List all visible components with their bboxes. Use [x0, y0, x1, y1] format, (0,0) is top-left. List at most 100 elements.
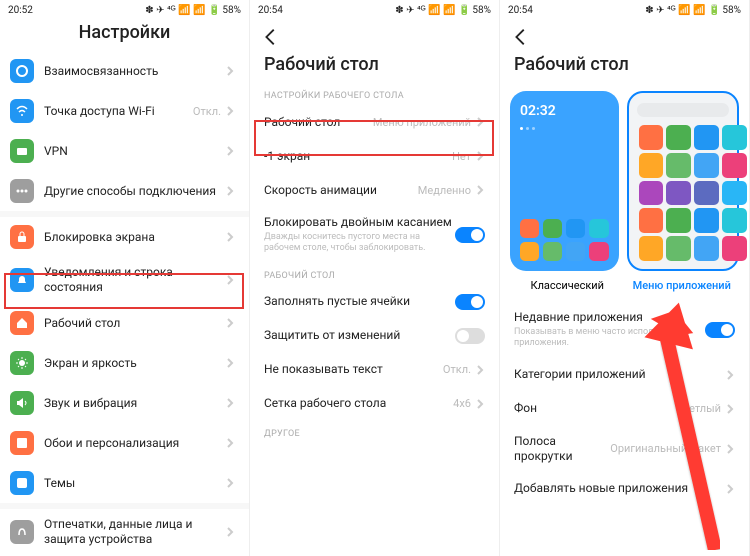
- row-sub: Дважды коснитесь пустого места на рабоче…: [264, 232, 455, 255]
- toggle[interactable]: [455, 328, 485, 344]
- status-time: 20:54: [508, 5, 533, 16]
- status-bar: 20:54 ✽ ✈ ⁴ᴳ 📶 📶 🔋58%: [250, 0, 499, 20]
- settings-row[interactable]: Взаимосвязанность: [0, 51, 249, 91]
- app-icon: [666, 181, 691, 206]
- settings-row[interactable]: Уведомления и строка состояния: [0, 257, 249, 303]
- chevron-right-icon: [225, 478, 235, 488]
- theme-icon: [10, 471, 34, 495]
- app-icon: [639, 236, 664, 261]
- settings-row[interactable]: Защитить от изменений: [250, 319, 499, 353]
- preview-menu[interactable]: [627, 91, 740, 271]
- app-icon: [639, 125, 664, 150]
- app-icon: [722, 125, 747, 150]
- settings-row[interactable]: Категории приложений: [500, 358, 749, 392]
- status-icons: ✽ ✈ ⁴ᴳ 📶 📶 🔋58%: [395, 5, 491, 16]
- app-icon: [694, 153, 719, 178]
- settings-row[interactable]: Заполнять пустые ячейки: [250, 285, 499, 319]
- app-icon: [694, 208, 719, 233]
- search-bar-icon: [637, 103, 730, 117]
- row-value: Откл.: [193, 105, 221, 118]
- page-title: Настройки: [0, 20, 249, 51]
- chevron-right-icon: [475, 365, 485, 375]
- settings-row[interactable]: Рабочий столМеню приложений: [250, 105, 499, 139]
- app-icon: [589, 219, 608, 238]
- app-grid: [516, 215, 613, 265]
- app-icon: [694, 125, 719, 150]
- chevron-right-icon: [475, 399, 485, 409]
- settings-row[interactable]: -1 экранНет: [250, 139, 499, 173]
- app-icon: [722, 181, 747, 206]
- chevron-right-icon: [225, 106, 235, 116]
- row-label: VPN: [44, 144, 225, 159]
- desktop-settings-panel: 20:54 ✽ ✈ ⁴ᴳ 📶 📶 🔋58% Рабочий стол НАСТР…: [250, 0, 500, 556]
- section-label: ДРУГОЕ: [250, 421, 499, 443]
- chevron-right-icon: [225, 232, 235, 242]
- settings-row[interactable]: Другие способы подключения: [0, 171, 249, 211]
- section-label: РАБОЧИЙ СТОЛ: [250, 263, 499, 285]
- label-menu: Меню приложений: [625, 279, 740, 292]
- app-icon: [694, 236, 719, 261]
- chevron-right-icon: [225, 318, 235, 328]
- settings-row[interactable]: Блокировка экрана: [0, 217, 249, 257]
- row-value: Откл.: [443, 363, 471, 376]
- row-recent-apps[interactable]: Недавние приложения Показывать в меню ча…: [500, 302, 749, 358]
- back-button[interactable]: [260, 26, 282, 48]
- app-icon: [566, 242, 585, 261]
- chevron-right-icon: [225, 527, 235, 537]
- settings-row[interactable]: Точка доступа Wi-FiОткл.: [0, 91, 249, 131]
- settings-row[interactable]: Обои и персонализация: [0, 423, 249, 463]
- status-time: 20:54: [258, 5, 283, 16]
- row-label: Добавлять новые приложения: [514, 481, 725, 496]
- settings-row[interactable]: Темы: [0, 463, 249, 503]
- app-icon: [666, 208, 691, 233]
- preview-classic[interactable]: 02:32: [510, 91, 619, 271]
- app-icon: [589, 242, 608, 261]
- wall-icon: [10, 431, 34, 455]
- notif-icon: [10, 268, 34, 292]
- chevron-right-icon: [725, 444, 735, 454]
- settings-row[interactable]: Скорость анимацииМедленно: [250, 173, 499, 207]
- row-label: Экран и яркость: [44, 356, 225, 371]
- settings-row[interactable]: Не показывать текстОткл.: [250, 353, 499, 387]
- chevron-right-icon: [225, 146, 235, 156]
- page-title: Рабочий стол: [250, 52, 499, 83]
- row-label: Уведомления и строка состояния: [44, 265, 225, 295]
- preview-labels: Классический Меню приложений: [500, 275, 749, 302]
- status-icons: ✽ ✈ ⁴ᴳ 📶 📶 🔋58%: [645, 5, 741, 16]
- toggle[interactable]: [705, 322, 735, 338]
- settings-row[interactable]: ФонСветлый: [500, 392, 749, 426]
- status-bar: 20:52 ✽ ✈ ⁴ᴳ 📶 📶 🔋58%: [0, 0, 249, 20]
- toggle[interactable]: [455, 294, 485, 310]
- back-button[interactable]: [510, 26, 532, 48]
- row-label: Защитить от изменений: [264, 328, 455, 343]
- settings-row[interactable]: Отпечатки, данные лица и защита устройст…: [0, 509, 249, 555]
- settings-row[interactable]: Рабочий стол: [0, 303, 249, 343]
- label-classic: Классический: [510, 279, 625, 292]
- settings-row[interactable]: VPN: [0, 131, 249, 171]
- row-sub: Показывать в меню часто используемые при…: [514, 327, 705, 350]
- desktop-mode-panel: 20:54 ✽ ✈ ⁴ᴳ 📶 📶 🔋58% Рабочий стол 02:32…: [500, 0, 750, 556]
- vpn-icon: [10, 139, 34, 163]
- row-label: Категории приложений: [514, 367, 725, 382]
- status-icons: ✽ ✈ ⁴ᴳ 📶 📶 🔋58%: [145, 5, 241, 16]
- settings-row[interactable]: Полоса прокруткиОригинальный макет: [500, 426, 749, 472]
- row-lock-double-tap[interactable]: Блокировать двойным касанием Дважды косн…: [250, 207, 499, 263]
- settings-row[interactable]: Добавлять новые приложения: [500, 472, 749, 506]
- row-label: Рабочий стол: [264, 115, 373, 130]
- chevron-right-icon: [225, 358, 235, 368]
- row-value: Светлый: [676, 402, 721, 415]
- settings-row[interactable]: Экран и яркость: [0, 343, 249, 383]
- row-label: Полоса прокрутки: [514, 434, 610, 464]
- app-icon: [566, 219, 585, 238]
- settings-row[interactable]: Сетка рабочего стола4x6: [250, 387, 499, 421]
- settings-panel: 20:52 ✽ ✈ ⁴ᴳ 📶 📶 🔋58% Настройки Взаимосв…: [0, 0, 250, 556]
- toggle[interactable]: [455, 227, 485, 243]
- page-title: Рабочий стол: [500, 52, 749, 83]
- row-value: 4x6: [453, 397, 471, 410]
- app-grid: [635, 123, 732, 263]
- row-label: Темы: [44, 476, 225, 491]
- settings-row[interactable]: Звук и вибрация: [0, 383, 249, 423]
- wifi-icon: [10, 99, 34, 123]
- chevron-right-icon: [475, 117, 485, 127]
- row-label: Рабочий стол: [44, 316, 225, 331]
